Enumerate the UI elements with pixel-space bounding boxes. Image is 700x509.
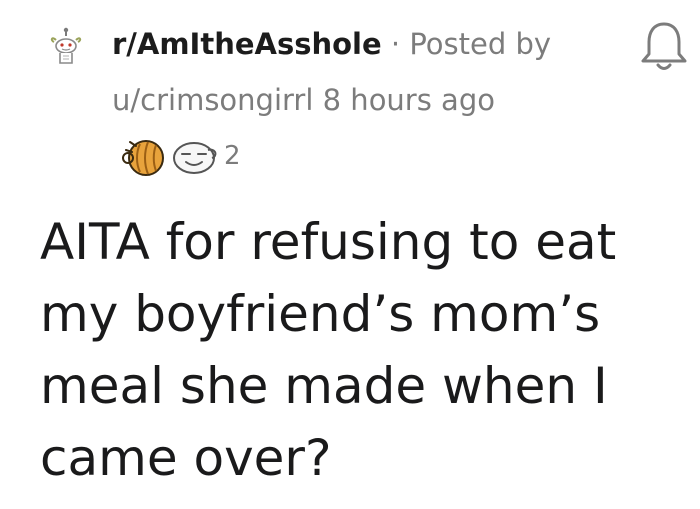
post-card: r/AmItheAsshole · Posted by u/crimsongir… — [0, 0, 700, 509]
bell-icon[interactable] — [632, 14, 696, 78]
author-link[interactable]: u/crimsongirrl — [112, 83, 313, 117]
subreddit-link[interactable]: r/AmItheAsshole — [112, 27, 382, 61]
award-count: 2 — [224, 141, 241, 171]
awards-row: 2 — [118, 132, 241, 180]
award-coin-icon[interactable] — [118, 132, 170, 180]
subreddit-snoo-icon[interactable] — [46, 26, 86, 66]
post-time: 8 hours ago — [322, 83, 495, 117]
post-title[interactable]: AITA for refusing to eat my boyfriend’s … — [40, 206, 690, 494]
meta-separator: · — [390, 27, 401, 61]
post-meta-line: r/AmItheAsshole · Posted by — [112, 24, 551, 64]
posted-by-label: Posted by — [409, 27, 552, 61]
award-face-icon[interactable] — [170, 132, 222, 180]
post-author-line: u/crimsongirrl 8 hours ago — [112, 80, 495, 120]
